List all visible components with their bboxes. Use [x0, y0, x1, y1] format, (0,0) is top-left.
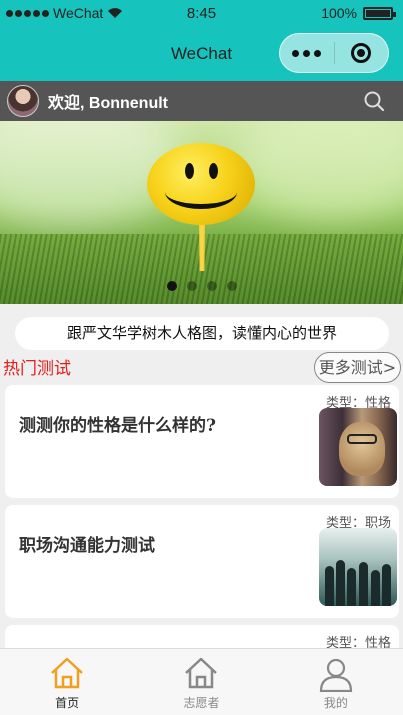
tab-volunteer[interactable]: 志愿者 — [134, 649, 268, 715]
battery-percent: 100% — [321, 5, 357, 21]
test-thumbnail — [319, 528, 397, 606]
tab-profile[interactable]: 我的 — [269, 649, 403, 715]
mini-program-capsule — [279, 33, 389, 73]
test-title: 测测你的性格是什么样的? — [19, 416, 216, 436]
status-bar: WeChat 8:45 100% — [0, 0, 403, 26]
welcome-bar: 欢迎, Bonnenult — [0, 81, 403, 121]
search-icon[interactable] — [363, 90, 385, 112]
section-title: 热门测试 — [3, 359, 71, 379]
more-dots-icon — [292, 49, 322, 57]
test-card[interactable]: 测测你的性格是什么样的? 类型：性格 — [5, 385, 399, 498]
banner-carousel[interactable] — [0, 121, 403, 304]
carousel-indicator — [167, 281, 237, 291]
home-icon — [185, 657, 218, 689]
test-card[interactable]: 职场沟通能力测试 类型：职场 — [5, 505, 399, 618]
test-thumbnail — [319, 408, 397, 486]
test-title: 职场沟通能力测试 — [19, 536, 155, 556]
target-circle-icon — [351, 43, 372, 63]
more-tests-button[interactable]: 更多测试> — [314, 352, 401, 383]
carousel-dot[interactable] — [227, 281, 237, 291]
home-icon — [51, 657, 84, 689]
close-mini-program-button[interactable] — [334, 43, 388, 63]
battery-icon — [363, 6, 396, 20]
user-icon — [319, 658, 352, 692]
tab-home[interactable]: 首页 — [0, 649, 134, 715]
avatar[interactable] — [7, 85, 39, 117]
smiley-golf-ball-image — [147, 143, 255, 225]
carousel-dot[interactable] — [187, 281, 197, 291]
navigation-bar: WeChat 8:45 100% WeChat — [0, 0, 403, 81]
tab-label: 首页 — [55, 696, 80, 710]
tab-label: 我的 — [323, 696, 348, 710]
more-options-button[interactable] — [280, 49, 334, 57]
carousel-dot-active[interactable] — [167, 281, 177, 291]
slogan-banner: 跟严文华学树木人格图，读懂内心的世界 — [15, 317, 389, 350]
tab-label: 志愿者 — [183, 696, 220, 710]
carousel-dot[interactable] — [207, 281, 217, 291]
welcome-text: 欢迎, Bonnenult — [48, 95, 168, 112]
tab-bar: 首页 志愿者 我的 — [0, 648, 403, 715]
